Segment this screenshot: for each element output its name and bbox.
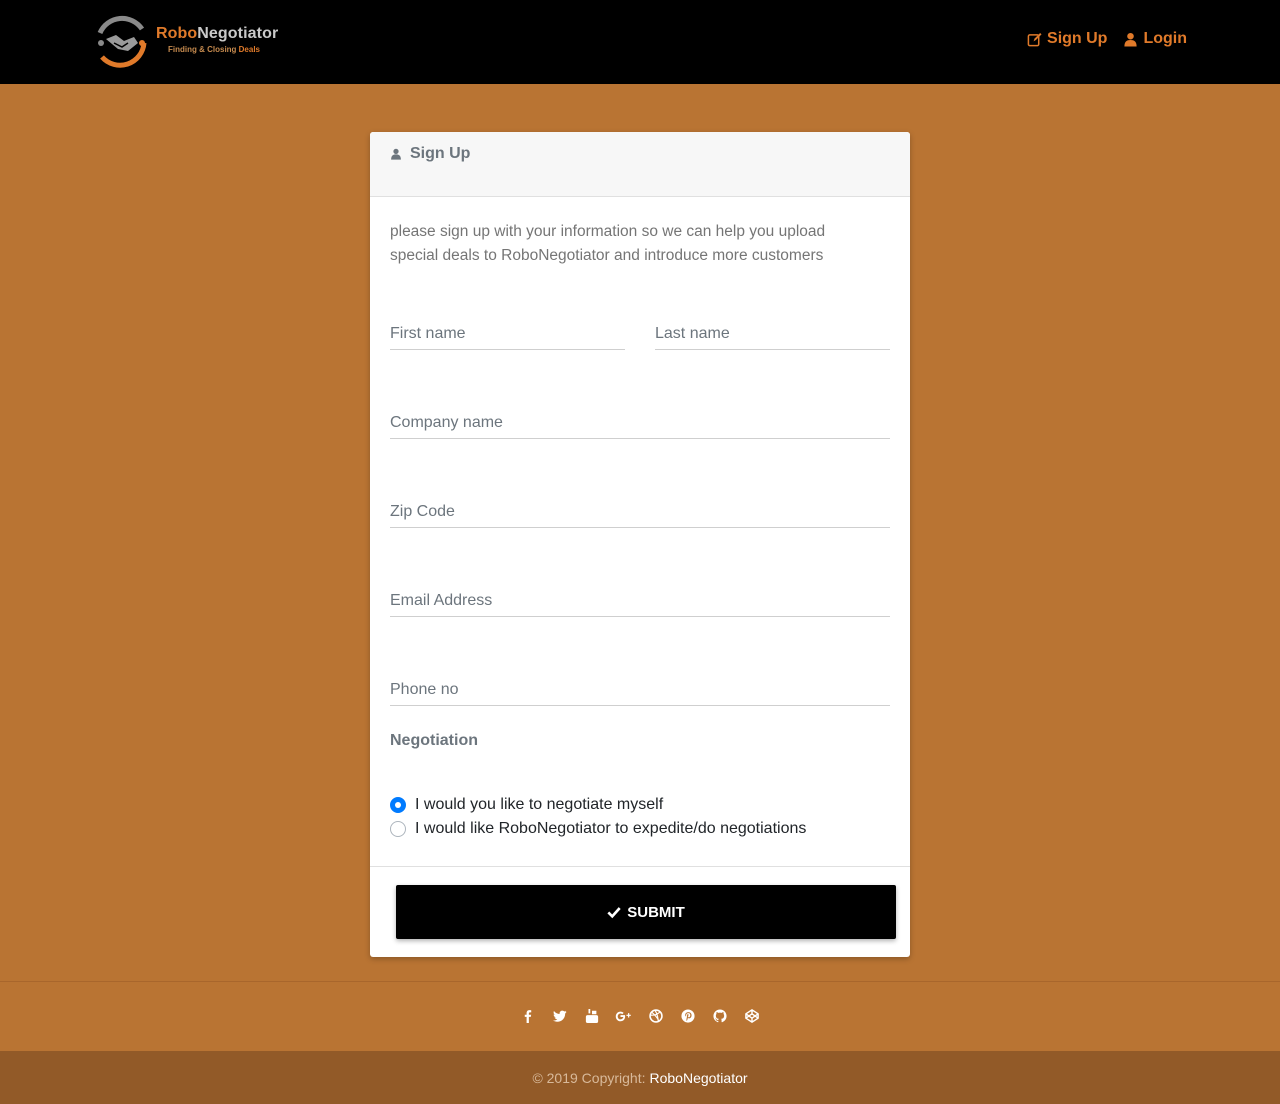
copyright-text: © 2019 Copyright: (532, 1069, 646, 1086)
nav-login-link[interactable]: Login (1123, 30, 1187, 48)
brand-name: RoboNegotiator (156, 24, 279, 42)
codepen-icon[interactable] (736, 1006, 768, 1026)
card-title: Sign Up (410, 145, 471, 162)
last-name-field (655, 320, 890, 350)
brand-text: RoboNegotiator Finding & Closing Deals (156, 24, 278, 55)
footer-divider (0, 981, 1280, 982)
brand-tagline: Finding & Closing Deals (168, 44, 261, 54)
phone-input[interactable] (390, 676, 890, 704)
phone-field (390, 676, 890, 706)
brand-logo[interactable]: RoboNegotiator Finding & Closing Deals (92, 12, 292, 72)
pinterest-icon[interactable] (672, 1006, 704, 1026)
signup-card: Sign Up please sign up with your informa… (370, 132, 910, 957)
navbar: RoboNegotiator Finding & Closing Deals S… (0, 0, 1280, 84)
nav-links: Sign Up Login (1027, 30, 1187, 48)
nav-signup-label: Sign Up (1047, 30, 1108, 47)
first-name-field (390, 320, 625, 350)
dribbble-icon[interactable] (640, 1006, 672, 1026)
company-name-field (390, 409, 890, 439)
handshake-logo-icon (92, 13, 150, 71)
nav-login-label: Login (1143, 30, 1187, 47)
first-name-input[interactable] (390, 320, 625, 348)
submit-button[interactable]: SUBMIT (396, 885, 896, 939)
copyright-link[interactable]: RoboNegotiator (649, 1070, 747, 1086)
twitter-icon[interactable] (544, 1006, 576, 1026)
copyright-bar: © 2019 Copyright: RoboNegotiator (0, 1051, 1280, 1104)
zip-code-input[interactable] (390, 498, 890, 526)
zip-code-field (390, 498, 890, 528)
radio-robonegotiator-negotiates[interactable]: I would like RoboNegotiator to expedite/… (390, 820, 806, 838)
youtube-icon[interactable] (576, 1006, 608, 1026)
email-field (390, 587, 890, 617)
submit-label: SUBMIT (627, 903, 685, 921)
radio-button-checked[interactable] (390, 797, 406, 813)
github-icon[interactable] (704, 1006, 736, 1026)
radio-label: I would like RoboNegotiator to expedite/… (415, 820, 807, 837)
intro-text: please sign up with your information so … (390, 223, 826, 264)
social-links (0, 1006, 1280, 1026)
user-icon (1124, 32, 1138, 47)
email-input[interactable] (390, 587, 890, 615)
negotiation-label: Negotiation (390, 732, 478, 749)
card-footer: SUBMIT (370, 866, 910, 957)
facebook-icon[interactable] (512, 1006, 544, 1026)
company-name-input[interactable] (390, 409, 890, 437)
radio-label: I would you like to negotiate myself (415, 796, 664, 813)
nav-signup-link[interactable]: Sign Up (1027, 30, 1107, 48)
check-icon (607, 907, 621, 919)
card-header: Sign Up (370, 132, 910, 197)
user-icon (391, 148, 401, 160)
edit-icon (1027, 32, 1042, 46)
radio-button-unchecked[interactable] (390, 821, 406, 837)
last-name-input[interactable] (655, 320, 890, 348)
google-plus-icon[interactable] (608, 1006, 640, 1026)
radio-negotiate-myself[interactable]: I would you like to negotiate myself (390, 796, 663, 814)
